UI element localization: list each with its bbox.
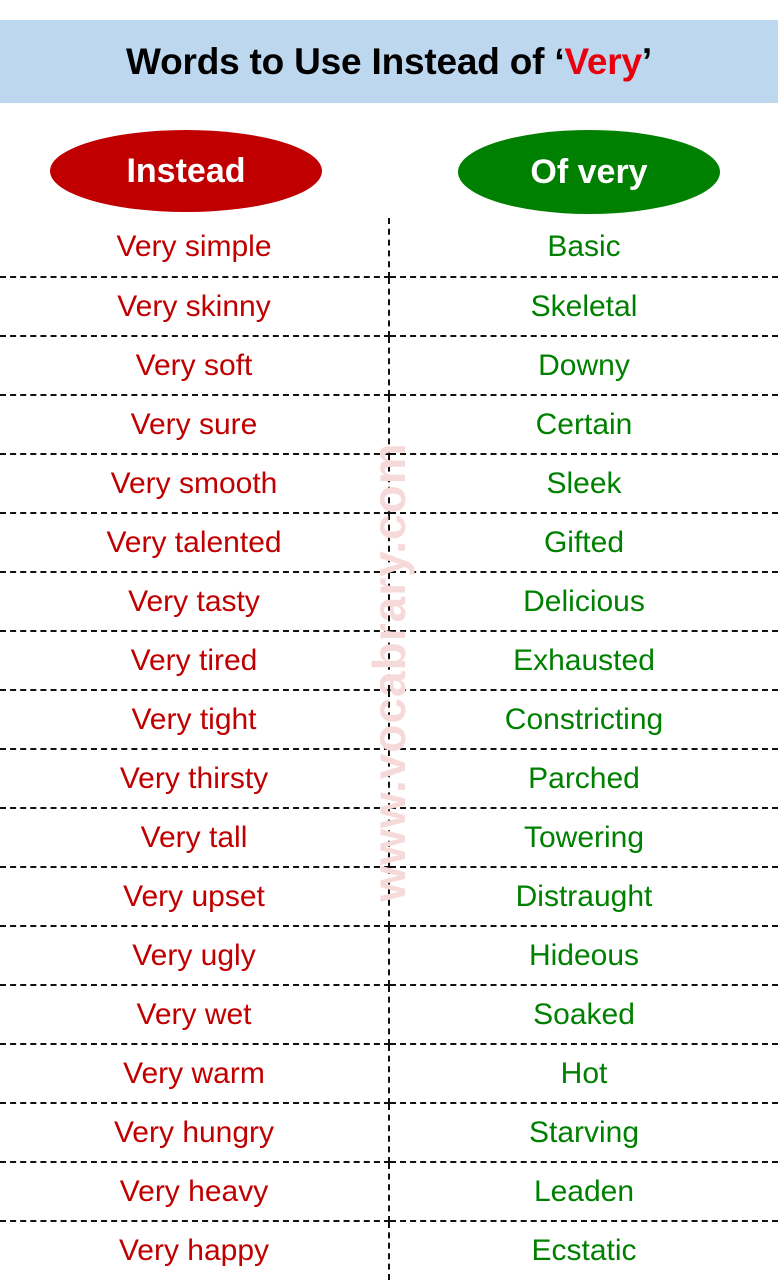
cell-instead: Very simple — [0, 218, 390, 278]
table-row: Very skinny Skeletal — [0, 277, 778, 337]
cell-instead: Very tight — [0, 690, 390, 750]
column-header-instead: Instead — [50, 130, 322, 212]
cell-instead: Very heavy — [0, 1162, 390, 1222]
cell-instead: Very thirsty — [0, 749, 390, 809]
cell-instead: Very tall — [0, 808, 390, 868]
cell-instead: Very talented — [0, 513, 390, 573]
table-row: Very talented Gifted — [0, 513, 778, 573]
cell-instead: Very hungry — [0, 1103, 390, 1163]
table-row: Very thirsty Parched — [0, 749, 778, 809]
page-title-prefix: Words to Use Instead of — [126, 41, 555, 82]
cell-of-very: Downy — [389, 336, 778, 396]
table-row: Very heavy Leaden — [0, 1162, 778, 1222]
column-header-of-very-label: Of very — [530, 153, 648, 191]
cell-instead: Very soft — [0, 336, 390, 396]
table-row: Very tired Exhausted — [0, 631, 778, 691]
page-title-accent: Very — [564, 41, 642, 82]
cell-of-very: Sleek — [389, 454, 778, 514]
cell-instead: Very tasty — [0, 572, 390, 632]
table-row: Very simple Basic — [0, 218, 778, 278]
cell-of-very: Soaked — [389, 985, 778, 1045]
table-row: Very tight Constricting — [0, 690, 778, 750]
cell-of-very: Distraught — [389, 867, 778, 927]
column-header-instead-label: Instead — [126, 152, 246, 190]
cell-instead: Very happy — [0, 1221, 390, 1280]
cell-instead: Very upset — [0, 867, 390, 927]
cell-of-very: Parched — [389, 749, 778, 809]
cell-instead: Very ugly — [0, 926, 390, 986]
table-row: Very sure Certain — [0, 395, 778, 455]
open-quote: ‘ — [554, 41, 565, 82]
cell-of-very: Ecstatic — [531, 1234, 637, 1267]
table-row: Very hungry Starving — [0, 1103, 778, 1163]
table-row: Very happy Ecstatic — [0, 1221, 778, 1280]
cell-instead: Very smooth — [0, 454, 390, 514]
close-quote: ’ — [641, 41, 652, 82]
cell-instead: Very warm — [0, 1044, 390, 1104]
column-header-of-very: Of very — [458, 130, 720, 214]
cell-of-very: Hot — [389, 1044, 778, 1104]
word-substitution-table: Very simple Basic Very skinny Skeletal Very … — [0, 218, 778, 1280]
cell-of-very: Constricting — [389, 690, 778, 750]
page-title: Words to Use Instead of ‘Very’ — [126, 43, 652, 80]
table-row: Very tasty Delicious — [0, 572, 778, 632]
table-row: Very smooth Sleek — [0, 454, 778, 514]
table-row: Very soft Downy — [0, 336, 778, 396]
cell-of-very: Leaden — [389, 1162, 778, 1222]
table-row: Very wet Soaked — [0, 985, 778, 1045]
cell-of-very: Towering — [389, 808, 778, 868]
cell-of-very: Gifted — [389, 513, 778, 573]
cell-instead: Very skinny — [0, 277, 390, 337]
cell-of-very: Starving — [389, 1103, 778, 1163]
cell-of-very: Skeletal — [389, 277, 778, 337]
cell-of-very: Certain — [389, 395, 778, 455]
table-row: Very ugly Hideous — [0, 926, 778, 986]
cell-of-very: Hideous — [389, 926, 778, 986]
cell-of-very: Delicious — [389, 572, 778, 632]
table-row: Very upset Distraught — [0, 867, 778, 927]
cell-of-very: Exhausted — [389, 631, 778, 691]
column-headers: Instead Of very — [0, 128, 778, 214]
cell-of-very: Basic — [389, 218, 778, 278]
word-table-body: Very simple Basic Very skinny Skeletal Very … — [0, 218, 778, 1280]
table-row: Very tall Towering — [0, 808, 778, 868]
cell-instead: Very tired — [0, 631, 390, 691]
header-banner: Words to Use Instead of ‘Very’ — [0, 20, 778, 103]
cell-instead: Very wet — [0, 985, 390, 1045]
cell-instead: Very sure — [0, 395, 390, 455]
table-row: Very warm Hot — [0, 1044, 778, 1104]
